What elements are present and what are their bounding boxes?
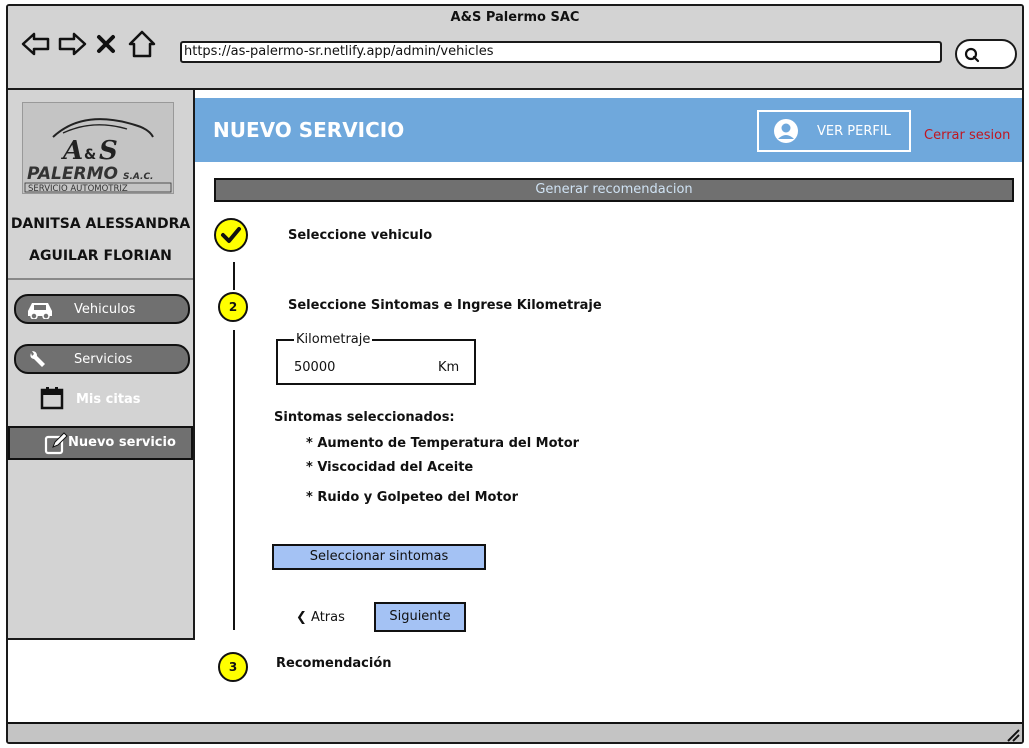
atras-label: Atras	[311, 610, 345, 625]
logo-graphic: A & S PALERMO S.A.C. SERVICIO AUTOMOTRIZ	[24, 118, 172, 194]
sidebar-item-label: Nuevo servicio	[68, 435, 176, 450]
siguiente-button[interactable]: Siguiente	[374, 602, 466, 632]
svg-text:S.A.C.: S.A.C.	[123, 172, 153, 182]
step-3-label: Recomendación	[276, 656, 392, 671]
user-avatar-icon	[773, 118, 799, 148]
sidebar-item-vehiculos[interactable]: Vehiculos	[14, 294, 190, 324]
ver-perfil-button[interactable]: VER PERFIL	[757, 110, 911, 152]
car-icon	[26, 299, 54, 320]
back-arrow-icon[interactable]	[20, 28, 52, 60]
wrench-icon	[26, 349, 54, 369]
page-header: NUEVO SERVICIO VER PERFIL Cerrar sesion	[195, 98, 1022, 162]
user-name-first-line: DANITSA ALESSANDRA	[10, 216, 191, 232]
window-title: A&S Palermo SAC	[450, 10, 580, 25]
sidebar-subitem-mis-citas[interactable]: Mis citas	[76, 392, 141, 407]
search-icon	[964, 47, 980, 63]
step-connector	[233, 330, 235, 630]
sidebar-divider	[8, 278, 193, 280]
forward-arrow-icon[interactable]	[56, 28, 88, 60]
step-2-circle: 2	[218, 292, 248, 322]
browser-window: A&S Palermo SAC https://as-palermo-sr.ne…	[6, 4, 1024, 744]
browser-status-bar	[8, 722, 1022, 742]
step-1-check-icon	[214, 218, 248, 252]
generar-recomendacion-bar[interactable]: Generar recomendacion	[214, 178, 1014, 202]
edit-icon	[44, 432, 68, 460]
sidebar: A & S PALERMO S.A.C. SERVICIO AUTOMOTRIZ…	[8, 90, 195, 640]
resize-grip-icon[interactable]	[1004, 726, 1020, 742]
browser-titlebar: A&S Palermo SAC https://as-palermo-sr.ne…	[8, 6, 1022, 90]
step-2-label: Seleccione Sintomas e Ingrese Kilometraj…	[288, 298, 602, 313]
sidebar-item-servicios[interactable]: Servicios	[14, 344, 190, 374]
kilometraje-legend: Kilometraje	[294, 332, 373, 347]
step-1-label: Seleccione vehiculo	[288, 228, 433, 243]
symptom-item: * Aumento de Temperatura del Motor	[306, 436, 580, 451]
page-title: NUEVO SERVICIO	[213, 118, 405, 142]
svg-text:PALERMO: PALERMO	[27, 164, 118, 184]
symptoms-heading: Sintomas seleccionados:	[274, 410, 455, 425]
atras-button[interactable]: ❮ Atras	[296, 610, 345, 625]
sidebar-subitem-nuevo-servicio[interactable]: Nuevo servicio	[8, 426, 193, 460]
kilometraje-field[interactable]: Kilometraje 50000 Km	[276, 332, 476, 385]
ver-perfil-label: VER PERFIL	[817, 124, 891, 139]
symptom-item: * Viscocidad del Aceite	[306, 460, 474, 475]
sidebar-item-label: Vehiculos	[74, 302, 136, 317]
calendar-icon	[40, 386, 64, 414]
svg-text:SERVICIO AUTOMOTRIZ: SERVICIO AUTOMOTRIZ	[28, 184, 128, 193]
svg-text:&: &	[84, 147, 96, 163]
step-connector	[233, 262, 235, 290]
url-bar[interactable]: https://as-palermo-sr.netlify.app/admin/…	[180, 41, 942, 63]
step-3-circle: 3	[218, 652, 248, 682]
search-box[interactable]	[955, 39, 1017, 69]
chevron-left-icon: ❮	[296, 610, 307, 625]
company-logo: A & S PALERMO S.A.C. SERVICIO AUTOMOTRIZ	[22, 102, 174, 194]
kilometraje-value[interactable]: 50000	[294, 360, 335, 375]
symptom-item: * Ruido y Golpeteo del Motor	[306, 490, 519, 505]
svg-text:A: A	[60, 136, 83, 166]
home-icon[interactable]	[126, 28, 158, 60]
seleccionar-sintomas-button[interactable]: Seleccionar sintomas	[272, 544, 486, 570]
svg-text:S: S	[99, 136, 118, 166]
user-name-second-line: AGUILAR FLORIAN	[29, 248, 172, 264]
close-icon[interactable]	[94, 28, 118, 60]
sidebar-item-label: Servicios	[74, 352, 133, 367]
logout-link[interactable]: Cerrar sesion	[924, 128, 1010, 143]
kilometraje-unit: Km	[438, 360, 460, 375]
